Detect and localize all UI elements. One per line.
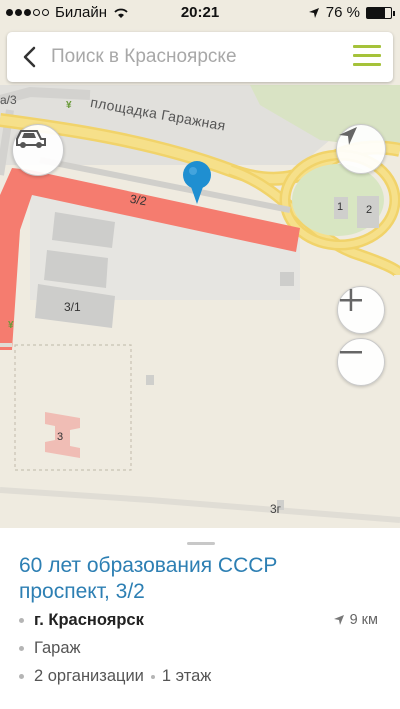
city-name: г. Красноярск — [34, 611, 144, 629]
restaurant-icon: ¥ — [8, 320, 14, 331]
navigation-arrow-icon — [339, 127, 357, 145]
place-card[interactable]: 60 лет образования СССР проспект, 3/2 г.… — [0, 528, 400, 709]
building-label-edge: а/3 — [0, 93, 17, 107]
locate-button[interactable] — [336, 124, 386, 174]
sheet-grabber[interactable] — [187, 542, 215, 545]
menu-button[interactable] — [353, 45, 381, 69]
building-label-2: 2 — [366, 204, 373, 216]
hamburger-icon — [353, 45, 381, 48]
location-pin-icon[interactable] — [180, 160, 214, 206]
city-row: г. Красноярск — [19, 611, 144, 630]
building-label-1: 1 — [337, 201, 344, 213]
plus-icon — [340, 289, 362, 311]
navigation-arrow-icon — [333, 615, 344, 625]
building-label-3-1: 3/1 — [64, 300, 81, 314]
distance: 9 км — [333, 612, 378, 628]
distance-value: 9 км — [349, 612, 378, 628]
location-services-icon — [308, 7, 319, 18]
zoom-in-button[interactable] — [337, 286, 385, 334]
category: Гараж — [34, 639, 81, 657]
status-right: 76 % — [308, 4, 395, 21]
battery-icon — [366, 6, 395, 19]
search-bar — [7, 32, 393, 82]
battery-percent: 76 % — [325, 4, 360, 21]
details-row: 2 организации 1 этаж — [19, 667, 211, 686]
zoom-out-button[interactable] — [337, 338, 385, 386]
category-row: Гараж — [19, 639, 81, 658]
traffic-button[interactable] — [12, 124, 64, 176]
building-label-3: 3 — [57, 431, 64, 443]
organizations-count[interactable]: 2 организации — [34, 667, 144, 686]
floors: 1 этаж — [161, 667, 212, 685]
back-button[interactable] — [15, 42, 45, 72]
building-label-3g: 3г — [270, 502, 282, 516]
minus-icon — [340, 351, 362, 354]
status-bar: Билайн 20:21 76 % — [0, 0, 400, 26]
restaurant-icon: ¥ — [66, 100, 72, 111]
place-title: 60 лет образования СССР проспект, 3/2 — [19, 554, 278, 603]
car-icon — [16, 130, 46, 148]
chevron-left-icon — [23, 46, 36, 68]
search-input[interactable] — [51, 32, 341, 82]
building-label-main: 3/2 — [128, 191, 148, 209]
